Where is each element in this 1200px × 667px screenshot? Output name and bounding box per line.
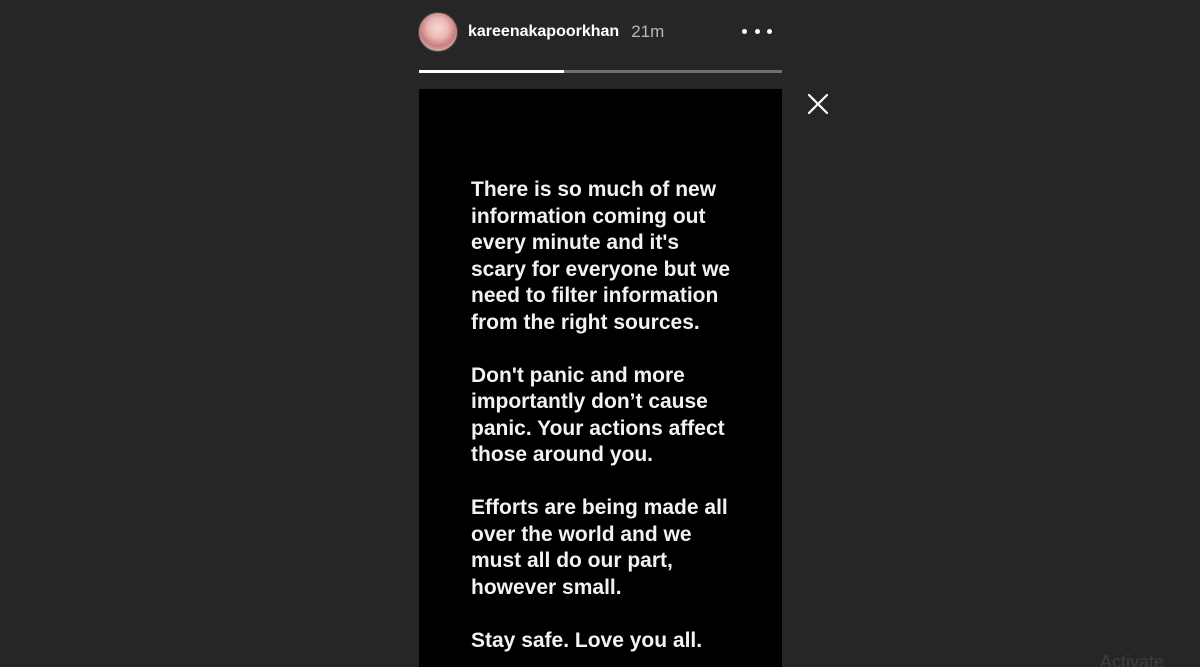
story-paragraph: Stay safe. Love you all. <box>471 628 703 652</box>
story-progress-bar <box>419 70 782 73</box>
story-paragraph: Efforts are being made all over the worl… <box>471 496 728 599</box>
activation-watermark: Activate <box>1100 652 1165 667</box>
username[interactable]: kareenakapoorkhan <box>468 23 619 41</box>
close-icon <box>807 93 829 115</box>
story-viewer: kareenakapoorkhan 21m There is so much o… <box>0 0 1200 667</box>
story-content[interactable]: There is so much of new information comi… <box>419 89 782 667</box>
story-paragraph: Don't panic and more importantly don’t c… <box>471 363 725 467</box>
story-progress-fill <box>419 70 565 73</box>
story-header: kareenakapoorkhan 21m <box>418 11 782 53</box>
story-paragraph: There is so much of new information comi… <box>471 178 731 334</box>
story-text: There is so much of new information comi… <box>471 177 761 654</box>
more-dot-icon <box>742 28 747 34</box>
more-options-button[interactable] <box>742 21 772 41</box>
more-dot-icon <box>767 28 772 34</box>
close-button[interactable] <box>806 92 830 116</box>
more-dot-icon <box>754 28 760 34</box>
timestamp: 21m <box>631 22 665 41</box>
avatar[interactable] <box>418 12 458 52</box>
